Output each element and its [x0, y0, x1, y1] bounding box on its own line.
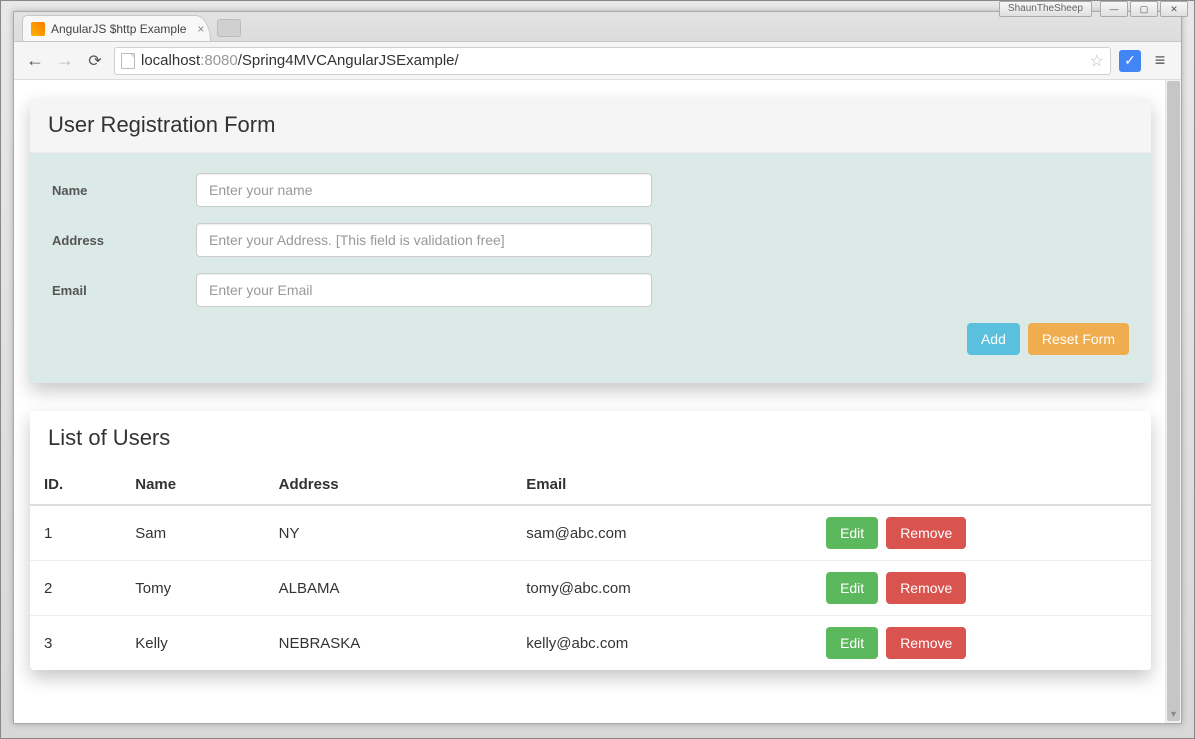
remove-button[interactable]: Remove [886, 627, 966, 659]
col-header-email: Email [512, 465, 812, 505]
cell-email: tomy@abc.com [512, 561, 812, 616]
reload-button[interactable]: ⟳ [84, 51, 106, 71]
cell-address: NY [265, 505, 513, 561]
cell-name: Tomy [121, 561, 264, 616]
extension-check-icon[interactable]: ✓ [1119, 50, 1141, 72]
edit-button[interactable]: Edit [826, 627, 878, 659]
registration-panel: User Registration Form Name Address Emai… [30, 98, 1151, 383]
users-table: ID. Name Address Email 1SamNYsam@abc.com… [30, 465, 1151, 670]
address-input[interactable] [196, 223, 652, 257]
reset-form-button[interactable]: Reset Form [1028, 323, 1129, 355]
bookmark-star-icon[interactable]: ☆ [1090, 51, 1104, 71]
browser-toolbar: ← → ⟳ localhost:8080/Spring4MVCAngularJS… [14, 42, 1181, 80]
page-viewport: User Registration Form Name Address Emai… [14, 80, 1181, 723]
name-input[interactable] [196, 173, 652, 207]
tab-close-icon[interactable]: × [197, 22, 204, 36]
cell-email: kelly@abc.com [512, 616, 812, 671]
back-button[interactable]: ← [24, 50, 46, 71]
col-header-name: Name [121, 465, 264, 505]
users-list-title: List of Users [30, 411, 1151, 465]
email-label: Email [52, 283, 196, 298]
page-icon [121, 53, 135, 69]
url-text: localhost:8080/Spring4MVCAngularJSExampl… [141, 52, 1084, 69]
remove-button[interactable]: Remove [886, 572, 966, 604]
cell-id: 2 [30, 561, 121, 616]
table-row: 3KellyNEBRASKAkelly@abc.com EditRemove [30, 616, 1151, 671]
address-bar[interactable]: localhost:8080/Spring4MVCAngularJSExampl… [114, 47, 1111, 75]
window-maximize-button[interactable]: ▢ [1130, 1, 1158, 17]
edit-button[interactable]: Edit [826, 572, 878, 604]
table-row: 2TomyALBAMAtomy@abc.com EditRemove [30, 561, 1151, 616]
cell-email: sam@abc.com [512, 505, 812, 561]
window-user-tag: ShaunTheSheep [999, 1, 1092, 17]
address-label: Address [52, 233, 196, 248]
edit-button[interactable]: Edit [826, 517, 878, 549]
col-header-address: Address [265, 465, 513, 505]
remove-button[interactable]: Remove [886, 517, 966, 549]
cell-address: NEBRASKA [265, 616, 513, 671]
scrollbar-down-icon[interactable]: ▾ [1166, 706, 1181, 722]
tab-title: AngularJS $http Example [51, 22, 186, 36]
window-close-button[interactable]: ✕ [1160, 1, 1188, 17]
col-header-id: ID. [30, 465, 121, 505]
name-label: Name [52, 183, 196, 198]
scrollbar-thumb[interactable] [1167, 81, 1180, 721]
os-window: ShaunTheSheep — ▢ ✕ AngularJS $http Exam… [0, 0, 1195, 739]
cell-id: 1 [30, 505, 121, 561]
users-list-panel: List of Users ID. Name Address Email [30, 411, 1151, 670]
forward-button[interactable]: → [54, 50, 76, 71]
registration-title: User Registration Form [30, 98, 1151, 153]
cell-name: Sam [121, 505, 264, 561]
browser-tab-active[interactable]: AngularJS $http Example × [22, 15, 211, 41]
cell-name: Kelly [121, 616, 264, 671]
add-button[interactable]: Add [967, 323, 1020, 355]
vertical-scrollbar[interactable]: ▾ [1165, 80, 1181, 723]
email-input[interactable] [196, 273, 652, 307]
browser-window: AngularJS $http Example × ← → ⟳ localhos… [13, 11, 1182, 724]
new-tab-button[interactable] [217, 19, 241, 37]
cell-address: ALBAMA [265, 561, 513, 616]
favicon-icon [31, 22, 45, 36]
table-row: 1SamNYsam@abc.com EditRemove [30, 505, 1151, 561]
cell-id: 3 [30, 616, 121, 671]
window-minimize-button[interactable]: — [1100, 1, 1128, 17]
browser-menu-icon[interactable]: ≡ [1149, 50, 1171, 71]
